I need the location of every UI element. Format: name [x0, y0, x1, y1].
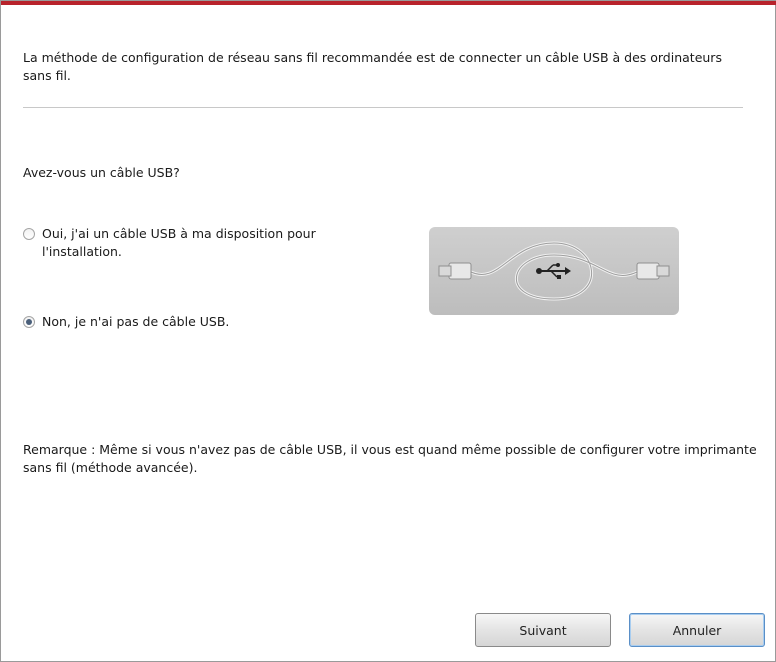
radio-has-usb[interactable]: [23, 228, 35, 240]
divider: [23, 107, 743, 108]
usb-question: Avez-vous un câble USB?: [23, 165, 180, 180]
note-text: Remarque : Même si vous n'avez pas de câ…: [23, 442, 757, 475]
wizard-window: La méthode de configuration de réseau sa…: [0, 0, 776, 662]
window-top-strip: [1, 1, 776, 5]
option-has-usb-label[interactable]: Oui, j'ai un câble USB à ma disposition …: [42, 225, 363, 261]
usb-cable-illustration: [429, 227, 679, 315]
next-button[interactable]: Suivant: [475, 613, 611, 647]
wizard-content: La méthode de configuration de réseau sa…: [9, 9, 767, 653]
option-has-usb[interactable]: Oui, j'ai un câble USB à ma disposition …: [23, 225, 363, 261]
usb-cable-icon: [438, 241, 670, 301]
radio-no-usb[interactable]: [23, 316, 35, 328]
intro-text: La méthode de configuration de réseau sa…: [23, 50, 722, 83]
option-no-usb[interactable]: Non, je n'ai pas de câble USB.: [23, 313, 363, 331]
cancel-button[interactable]: Annuler: [629, 613, 765, 647]
option-no-usb-label[interactable]: Non, je n'ai pas de câble USB.: [42, 313, 229, 331]
